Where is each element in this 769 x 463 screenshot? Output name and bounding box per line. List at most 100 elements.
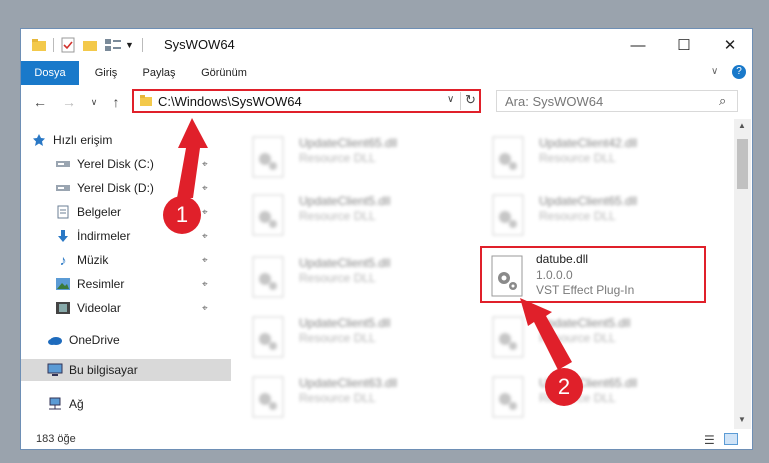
address-field[interactable]: C:\Windows\SysWOW64 ∨ ↻	[132, 89, 481, 113]
file-name: UpdateClient5.dll	[299, 316, 391, 330]
computer-icon	[47, 363, 63, 377]
separator	[460, 92, 461, 110]
search-box[interactable]: Ara: SysWOW64 ⌕	[496, 90, 738, 112]
file-name: UpdateClient5.dll	[299, 194, 391, 208]
file-tile[interactable]: UpdateClient5.dll Resource DLL	[241, 187, 471, 243]
sidebar-item-local-disk-d[interactable]: Yerel Disk (D:) ⌖	[21, 177, 250, 199]
network-icon	[47, 397, 63, 411]
pin-icon[interactable]: ⌖	[202, 183, 208, 194]
address-path: C:\Windows\SysWOW64	[158, 94, 302, 109]
sidebar-item-downloads[interactable]: İndirmeler ⌖	[21, 225, 250, 247]
sidebar-item-onedrive[interactable]: OneDrive	[21, 329, 242, 351]
file-tile[interactable]: UpdateClient65.dll Resource DLL	[481, 369, 711, 425]
file-tile[interactable]: UpdateClient5.dll Resource DLL	[241, 309, 471, 365]
file-type: VST Effect Plug-In	[536, 283, 635, 297]
help-icon[interactable]: ?	[732, 65, 746, 79]
pin-icon[interactable]: ⌖	[202, 207, 208, 218]
pin-icon[interactable]: ⌖	[202, 159, 208, 170]
up-button[interactable]: ↑	[105, 91, 127, 113]
dll-file-icon	[491, 255, 523, 297]
file-name: UpdateClient5.dll	[539, 316, 631, 330]
sidebar-item-music[interactable]: ♪ Müzik ⌖	[21, 249, 250, 271]
sidebar-item-label: İndirmeler	[77, 229, 131, 243]
pin-icon[interactable]: ⌖	[202, 231, 208, 242]
file-name: UpdateClient42.dll	[539, 136, 638, 150]
file-tile[interactable]: UpdateClient5.dll Resource DLL	[241, 249, 471, 305]
folder-icon	[140, 95, 152, 106]
file-type: Resource DLL	[539, 331, 616, 345]
search-placeholder: Ara: SysWOW64	[505, 94, 604, 109]
view-icon[interactable]	[104, 38, 122, 52]
step-badge-2: 2	[545, 368, 583, 406]
dll-file-icon	[252, 376, 284, 418]
sidebar-item-this-pc[interactable]: Bu bilgisayar	[21, 359, 242, 381]
file-type: Resource DLL	[299, 391, 376, 405]
window-title: SysWOW64	[164, 37, 235, 52]
tab-home[interactable]: Giriş	[87, 61, 125, 85]
sidebar-item-quick-access[interactable]: Hızlı erişim	[21, 129, 226, 151]
sidebar-item-label: Müzik	[77, 253, 109, 267]
expand-ribbon-icon[interactable]: ∨	[711, 66, 718, 77]
recent-locations-button[interactable]: ∨	[83, 91, 105, 113]
refresh-icon[interactable]: ↻	[465, 92, 476, 108]
dropdown-icon[interactable]: ▼	[125, 40, 134, 50]
minimize-button[interactable]: —	[615, 29, 661, 61]
sidebar-item-pictures[interactable]: Resimler ⌖	[21, 273, 250, 295]
file-tile[interactable]: UpdateClient42.dll Resource DLL	[481, 129, 711, 185]
file-type: Resource DLL	[299, 271, 376, 285]
tab-share[interactable]: Paylaş	[139, 61, 179, 85]
dll-file-icon	[252, 256, 284, 298]
status-bar: 183 öğe ☰	[21, 429, 752, 449]
pin-icon[interactable]: ⌖	[202, 279, 208, 290]
file-tile[interactable]: UpdateClient63.dll Resource DLL	[241, 369, 471, 425]
pin-icon[interactable]: ⌖	[202, 255, 208, 266]
quick-access-toolbar: ▼	[31, 37, 143, 53]
tiles-view-icon[interactable]	[724, 433, 738, 445]
pictures-icon	[55, 277, 71, 291]
title-bar: ▼ SysWOW64 — ☐ ✕	[21, 29, 752, 61]
sidebar-item-label: OneDrive	[69, 333, 120, 347]
properties-icon[interactable]	[60, 37, 76, 53]
address-dropdown-icon[interactable]: ∨	[447, 94, 454, 105]
folder-icon[interactable]	[31, 38, 47, 52]
scroll-thumb[interactable]	[737, 139, 748, 189]
tab-file[interactable]: Dosya	[21, 61, 79, 85]
file-tile[interactable]: UpdateClient65.dll Resource DLL	[481, 187, 711, 243]
vertical-scrollbar[interactable]: ▲ ▼	[734, 119, 751, 429]
dll-file-icon	[252, 136, 284, 178]
download-icon	[55, 229, 71, 243]
sidebar-item-label: Videolar	[77, 301, 121, 315]
file-type: Resource DLL	[299, 209, 376, 223]
new-folder-icon[interactable]	[82, 38, 98, 52]
address-bar-row: ← → ∨ ↑ C:\Windows\SysWOW64 ∨ ↻ Ara: Sys…	[21, 85, 752, 119]
search-icon[interactable]: ⌕	[719, 93, 726, 109]
sidebar-item-videos[interactable]: Videolar ⌖	[21, 297, 250, 319]
dll-file-icon	[492, 136, 524, 178]
drive-icon	[55, 157, 71, 171]
sidebar-item-local-disk-c[interactable]: Yerel Disk (C:) ⌖	[21, 153, 250, 175]
sidebar-item-documents[interactable]: Belgeler ⌖	[21, 201, 250, 223]
dll-file-icon	[252, 194, 284, 236]
file-version: 1.0.0.0	[536, 268, 573, 282]
back-button[interactable]: ←	[29, 91, 51, 113]
scroll-down-icon[interactable]: ▼	[738, 415, 746, 424]
highlighted-file-tile[interactable]: datube.dll 1.0.0.0 VST Effect Plug-In	[480, 246, 706, 303]
cloud-icon	[47, 333, 63, 347]
file-tile[interactable]: UpdateClient5.dll Resource DLL	[481, 309, 711, 365]
pin-icon[interactable]: ⌖	[202, 303, 208, 314]
sidebar-item-network[interactable]: Ağ	[21, 393, 242, 415]
separator	[141, 38, 143, 52]
file-tile[interactable]: UpdateClient65.dll Resource DLL	[241, 129, 471, 185]
scroll-up-icon[interactable]: ▲	[738, 121, 746, 130]
item-count: 183 öğe	[36, 433, 76, 445]
separator	[53, 38, 54, 52]
maximize-button[interactable]: ☐	[661, 29, 707, 61]
tab-view[interactable]: Görünüm	[197, 61, 251, 85]
details-view-icon[interactable]: ☰	[704, 433, 715, 447]
sidebar-item-label: Yerel Disk (D:)	[77, 181, 154, 195]
file-type: Resource DLL	[299, 151, 376, 165]
close-button[interactable]: ✕	[707, 29, 752, 61]
dll-file-icon	[492, 376, 524, 418]
file-name: UpdateClient5.dll	[299, 256, 391, 270]
forward-button[interactable]: →	[58, 91, 80, 113]
